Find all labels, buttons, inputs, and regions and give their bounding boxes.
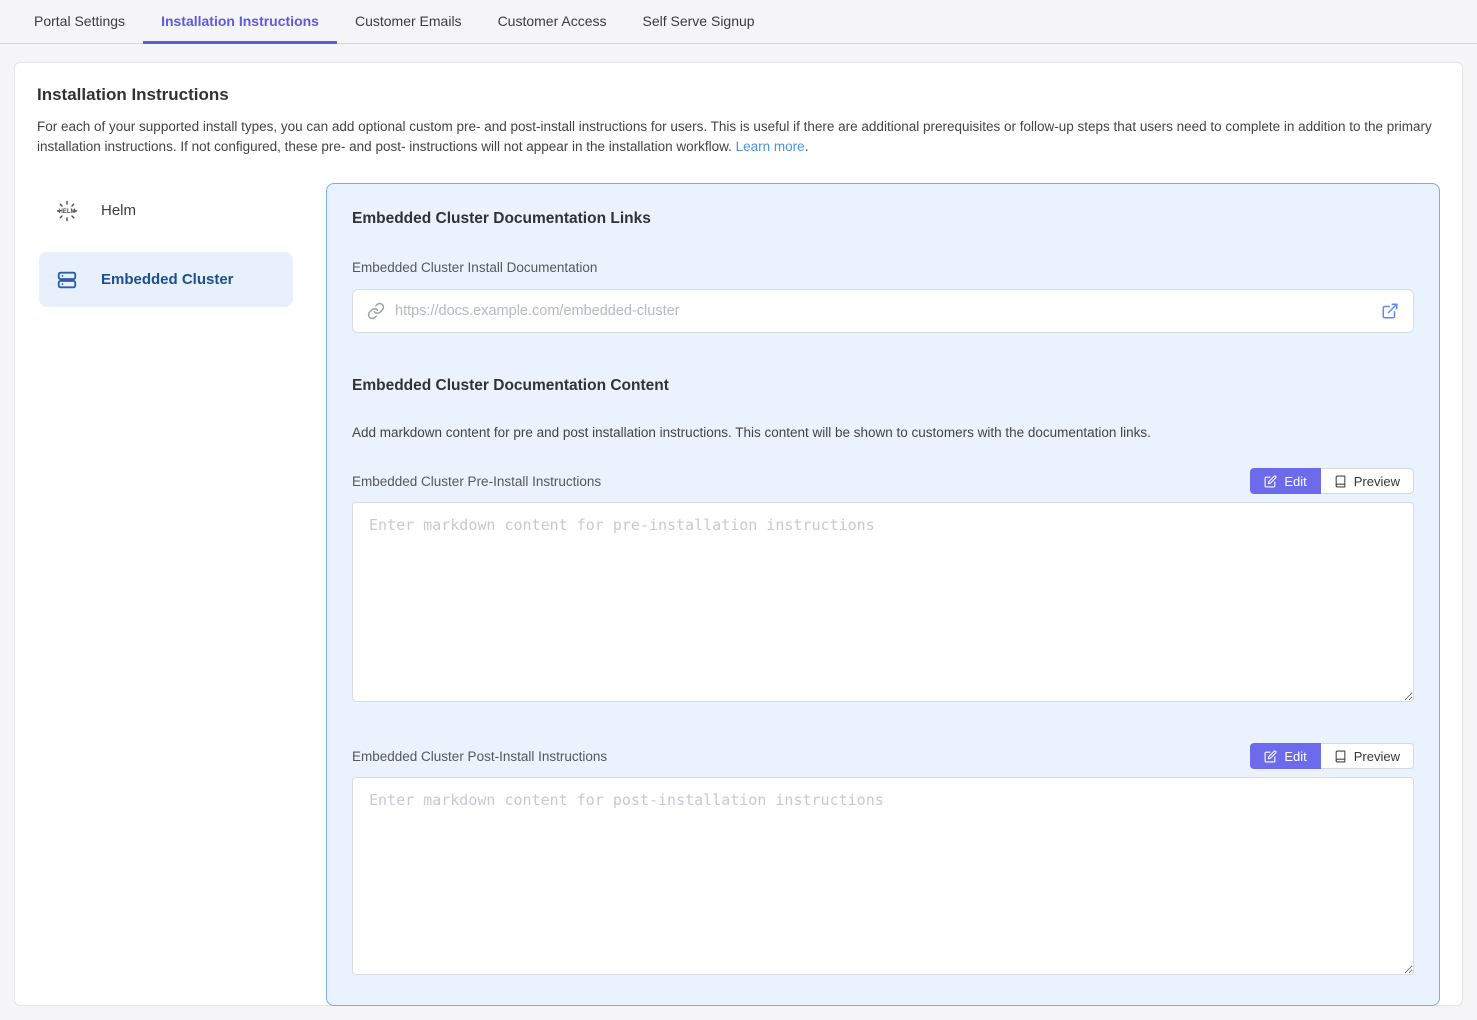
external-link-icon[interactable] (1381, 302, 1399, 320)
sidebar-item-helm[interactable]: HELM Helm (39, 183, 293, 238)
post-install-markdown-textarea[interactable] (352, 777, 1414, 975)
preview-button-label: Preview (1354, 749, 1400, 764)
sidebar-item-label: Embedded Cluster (101, 271, 234, 288)
helm-icon: HELM (55, 199, 79, 223)
edit-button-label: Edit (1284, 749, 1306, 764)
post-install-mode-toggle: Edit Preview (1250, 743, 1414, 769)
page-title: Installation Instructions (37, 85, 1440, 105)
post-install-label-row: Embedded Cluster Post-Install Instructio… (352, 743, 1414, 769)
pre-install-edit-button[interactable]: Edit (1250, 468, 1320, 494)
tab-installation-instructions[interactable]: Installation Instructions (143, 0, 337, 44)
top-tab-bar: Portal Settings Installation Instruction… (0, 0, 1477, 44)
doc-content-title: Embedded Cluster Documentation Content (352, 377, 1414, 395)
embedded-cluster-panel: Embedded Cluster Documentation Links Emb… (326, 183, 1440, 1006)
preview-button-label: Preview (1354, 474, 1400, 489)
doc-links-title: Embedded Cluster Documentation Links (352, 210, 1414, 228)
page-description: For each of your supported install types… (37, 117, 1432, 157)
preview-book-icon (1334, 475, 1347, 488)
edit-icon (1264, 475, 1277, 488)
post-install-edit-button[interactable]: Edit (1250, 743, 1320, 769)
install-type-list: HELM Helm Embedded Cluster (37, 183, 326, 321)
tab-customer-access[interactable]: Customer Access (480, 0, 625, 44)
edit-button-label: Edit (1284, 474, 1306, 489)
sidebar-item-embedded-cluster[interactable]: Embedded Cluster (39, 252, 293, 307)
install-doc-label: Embedded Cluster Install Documentation (352, 260, 1414, 275)
tab-customer-emails[interactable]: Customer Emails (337, 0, 480, 44)
content-row: HELM Helm Embedded Cluster (37, 183, 1440, 1006)
tab-self-serve-signup[interactable]: Self Serve Signup (625, 0, 773, 44)
pre-install-label: Embedded Cluster Pre-Install Instruction… (352, 474, 601, 489)
preview-book-icon (1334, 750, 1347, 763)
link-icon (367, 302, 385, 320)
pre-install-preview-button[interactable]: Preview (1321, 468, 1414, 494)
pre-install-markdown-textarea[interactable] (352, 502, 1414, 702)
main-card: Installation Instructions For each of yo… (14, 62, 1463, 1006)
learn-more-link[interactable]: Learn more (736, 139, 805, 154)
post-install-label: Embedded Cluster Post-Install Instructio… (352, 749, 607, 764)
doc-content-description: Add markdown content for pre and post in… (352, 425, 1414, 440)
install-doc-url-field (352, 289, 1414, 333)
post-install-preview-button[interactable]: Preview (1321, 743, 1414, 769)
page-description-text: For each of your supported install types… (37, 119, 1432, 154)
tab-portal-settings[interactable]: Portal Settings (16, 0, 143, 44)
pre-install-mode-toggle: Edit Preview (1250, 468, 1414, 494)
edit-icon (1264, 750, 1277, 763)
pre-install-label-row: Embedded Cluster Pre-Install Instruction… (352, 468, 1414, 494)
install-doc-url-input[interactable] (395, 303, 1371, 319)
page-description-suffix: . (805, 139, 809, 154)
server-stack-icon (55, 269, 79, 291)
svg-text:HELM: HELM (59, 209, 76, 215)
sidebar-item-label: Helm (101, 202, 136, 219)
